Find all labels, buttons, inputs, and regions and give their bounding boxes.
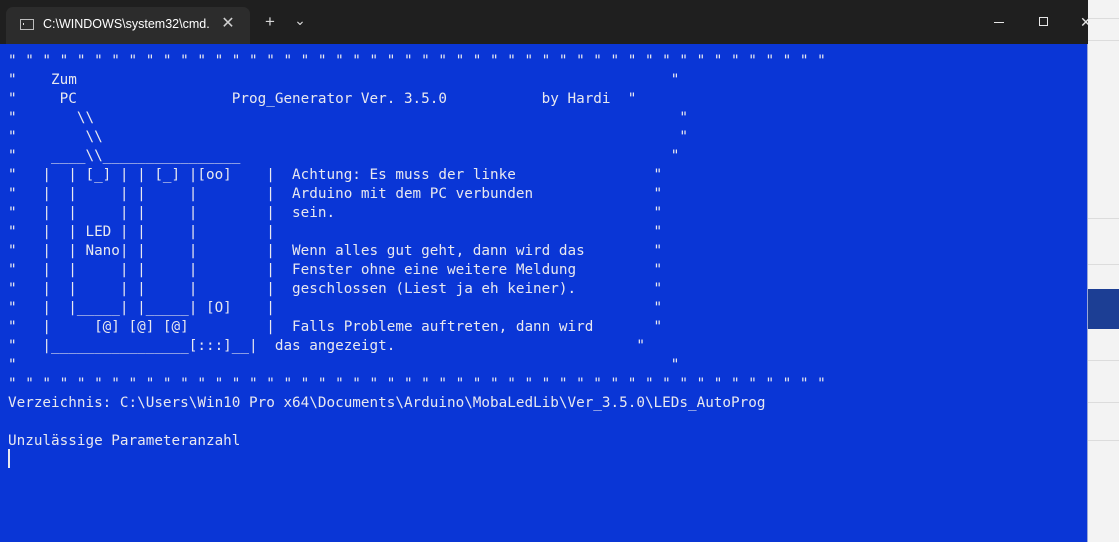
console-line: " | |_____| |_____| [O] | " bbox=[8, 300, 663, 316]
new-tab-button[interactable]: + bbox=[256, 10, 284, 34]
console-line: " | | LED | | | | " bbox=[8, 224, 663, 240]
console-line: Verzeichnis: C:\Users\Win10 Pro x64\Docu… bbox=[8, 395, 766, 411]
console-line: " " " " " " " " " " " " " " " " " " " " … bbox=[8, 53, 826, 69]
text-cursor bbox=[8, 449, 10, 468]
console-line: " PC Prog_Generator Ver. 3.5.0 by Hardi … bbox=[8, 91, 637, 107]
console-line: " | | Nano| | | | Wenn alles gut geht, d… bbox=[8, 243, 663, 259]
background-divider bbox=[1088, 402, 1119, 403]
close-icon: ✕ bbox=[1080, 14, 1088, 30]
background-divider bbox=[1088, 40, 1119, 41]
tab-title: C:\WINDOWS\system32\cmd. bbox=[43, 17, 210, 31]
maximize-button[interactable] bbox=[1021, 0, 1067, 44]
background-divider bbox=[1088, 264, 1119, 265]
console-line: " ____\\________________ " bbox=[8, 148, 680, 164]
title-bar[interactable]: C:\WINDOWS\system32\cmd. ✕ + ⌄ ✕ bbox=[0, 0, 1088, 44]
console-line: " | | | | | | Arduino mit dem PC verbund… bbox=[8, 186, 663, 202]
console-line: " " " " " " " " " " " " " " " " " " " " … bbox=[8, 376, 826, 392]
console-line: " | | [_] | | [_] |[oo] | Achtung: Es mu… bbox=[8, 167, 663, 183]
console-line: " | | | | | | geschlossen (Liest ja eh k… bbox=[8, 281, 663, 297]
terminal-tab[interactable]: C:\WINDOWS\system32\cmd. ✕ bbox=[6, 7, 250, 44]
console-output: " " " " " " " " " " " " " " " " " " " " … bbox=[8, 52, 826, 451]
close-icon[interactable]: ✕ bbox=[218, 14, 238, 34]
console-line: " \\ " bbox=[8, 129, 688, 145]
background-divider bbox=[1088, 440, 1119, 441]
cmd-icon bbox=[20, 19, 34, 30]
maximize-icon bbox=[1039, 17, 1048, 26]
console-line: Unzulässige Parameteranzahl bbox=[8, 433, 241, 449]
console-line: " \\ " bbox=[8, 110, 688, 126]
background-selection bbox=[1088, 289, 1119, 329]
scrollbar[interactable] bbox=[1087, 44, 1088, 542]
minimize-button[interactable] bbox=[976, 0, 1022, 44]
background-divider bbox=[1088, 360, 1119, 361]
window-close-button[interactable]: ✕ bbox=[1066, 0, 1088, 44]
console-area[interactable]: " " " " " " " " " " " " " " " " " " " " … bbox=[0, 44, 1088, 542]
console-line: " | | | | | | sein. " bbox=[8, 205, 663, 221]
console-line: " | [@] [@] [@] | Falls Probleme auftret… bbox=[8, 319, 663, 335]
chevron-down-icon[interactable]: ⌄ bbox=[286, 10, 314, 34]
background-divider bbox=[1088, 18, 1119, 19]
background-window bbox=[1088, 0, 1119, 542]
console-line: " Zum " bbox=[8, 72, 680, 88]
background-divider bbox=[1088, 218, 1119, 219]
console-line: " |________________[:::]__| das angezeig… bbox=[8, 338, 645, 354]
terminal-window: C:\WINDOWS\system32\cmd. ✕ + ⌄ ✕ " " " "… bbox=[0, 0, 1088, 542]
console-line: " | | | | | | Fenster ohne eine weitere … bbox=[8, 262, 663, 278]
console-line: " " bbox=[8, 357, 680, 373]
minimize-icon bbox=[994, 22, 1004, 23]
